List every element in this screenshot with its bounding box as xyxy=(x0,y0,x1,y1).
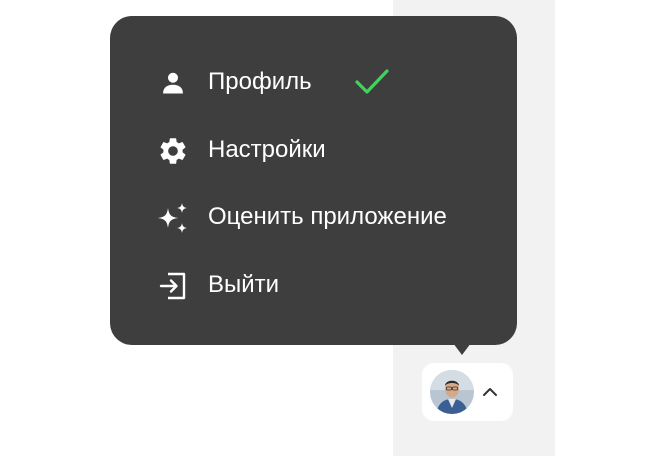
person-icon xyxy=(156,66,190,100)
menu-item-label: Оценить приложение xyxy=(208,203,447,230)
menu-item-profile[interactable]: Профиль xyxy=(110,63,517,131)
menu-item-rate-app[interactable]: Оценить приложение xyxy=(110,198,517,266)
menu-item-label: Профиль xyxy=(208,68,312,95)
avatar xyxy=(430,370,474,414)
menu-item-label: Выйти xyxy=(208,270,280,298)
user-menu-button[interactable] xyxy=(422,363,513,421)
menu-item-settings[interactable]: Настройки xyxy=(110,131,517,199)
menu-pointer xyxy=(453,343,471,355)
checkmark-icon xyxy=(354,67,390,97)
chevron-up-icon xyxy=(482,385,498,399)
sparkles-icon xyxy=(156,201,190,235)
menu-item-logout[interactable]: Выйти xyxy=(110,266,517,334)
menu-item-label: Настройки xyxy=(208,135,326,163)
gear-icon xyxy=(156,134,190,168)
account-menu: Профиль Настройки Оценить приложение Вый… xyxy=(110,16,517,345)
logout-icon xyxy=(156,269,190,303)
